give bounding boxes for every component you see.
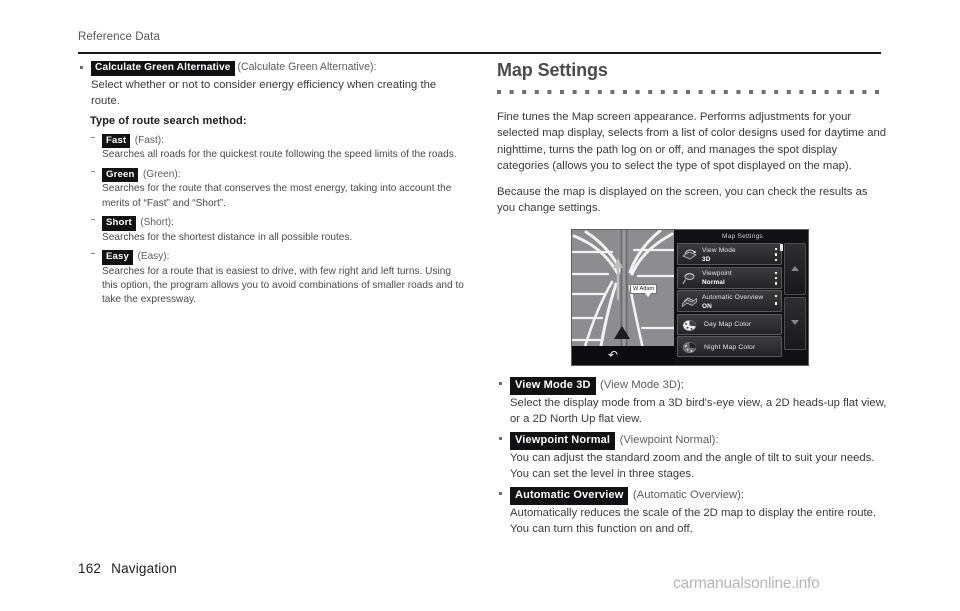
bullet-dot-icon [499, 492, 502, 495]
automatic-overview-icon [682, 297, 697, 308]
chip-short[interactable]: Short [102, 216, 136, 231]
menu-item-indicator-dots-icon [775, 295, 778, 310]
dash-icon [91, 170, 95, 172]
decorative-dotted-rule [497, 90, 879, 94]
menu-item-indicator-dots-icon [775, 271, 778, 288]
intro-paragraph-1: Fine tunes the Map screen appearance. Pe… [497, 111, 887, 173]
menu-item-label: Night Map Color [704, 343, 756, 351]
chip-view-mode-3d[interactable]: View Mode 3D [510, 376, 596, 395]
left-column: Calculate Green Alternative (Calculate G… [78, 60, 468, 307]
menu-item-view-mode[interactable]: View Mode 3D [677, 243, 782, 265]
scroll-down-button[interactable] [784, 297, 806, 350]
navigation-screenshot-figure: W Adam ↶ Map Settings View Mode 3D Viewp… [571, 229, 809, 366]
header-rule [78, 52, 881, 55]
desc-view-mode-3d: Select the display mode from a 3D bird's… [510, 396, 887, 426]
bullet-dot-icon [80, 66, 83, 69]
running-head: Reference Data [78, 31, 160, 43]
menu-item-indicator-dots-icon [775, 248, 778, 264]
chip-viewpoint-normal[interactable]: Viewpoint Normal [510, 431, 616, 450]
menu-item-night-map-color[interactable]: Night Map Color [677, 336, 782, 357]
night-map-color-icon [682, 342, 697, 353]
desc-calculate-green-alternative: Select whether or not to consider energy… [91, 79, 437, 108]
chip-green[interactable]: Green [102, 167, 139, 183]
chevron-up-icon [791, 266, 799, 271]
viewpoint-icon [682, 272, 695, 284]
dash-icon [91, 218, 95, 220]
method-fast: Fast (Fast): [90, 130, 468, 149]
bullet-viewpoint-normal: Viewpoint Normal (Viewpoint Normal): You… [497, 430, 887, 482]
folio-section-name: Navigation [111, 561, 177, 576]
menu-title: Map Settings [722, 233, 763, 240]
intro-paragraph-2: Because the map is displayed on the scre… [497, 185, 868, 215]
map-street-label: W Adam [630, 284, 658, 298]
page-title: Map Settings [497, 60, 608, 80]
map-settings-menu-pane: Map Settings View Mode 3D Viewpoint Norm… [674, 230, 808, 365]
desc-green: Searches for the route that conserves th… [102, 183, 452, 209]
desc-automatic-overview: Automatically reduces the scale of the 2… [510, 506, 877, 535]
menu-item-value: ON [702, 302, 712, 310]
chip-easy[interactable]: Easy [102, 250, 134, 265]
subheading-route-search-method: Type of route search method: [90, 114, 247, 127]
desc-viewpoint-normal: You can adjust the standard zoom and the… [510, 451, 875, 481]
scroll-up-button[interactable] [784, 243, 806, 295]
vehicle-position-marker-icon [614, 326, 630, 339]
paren-fast: (Fast): [134, 134, 164, 146]
view-mode-icon [682, 249, 697, 260]
bullet-dot-icon [499, 437, 502, 440]
desc-easy: Searches for a route that is easiest to … [102, 265, 464, 305]
menu-item-automatic-overview[interactable]: Automatic Overview ON [677, 290, 782, 312]
menu-item-day-map-color[interactable]: Day Map Color [677, 313, 782, 335]
menu-scrollbar-thumb[interactable] [780, 244, 783, 251]
method-green: Green (Green): [90, 164, 468, 183]
menu-list: View Mode 3D Viewpoint Normal Automatic … [677, 243, 782, 364]
method-easy: Easy (Easy): [90, 246, 468, 265]
chip-fast[interactable]: Fast [102, 134, 131, 149]
dash-icon [91, 136, 95, 138]
paren-viewpoint-normal: (Viewpoint Normal): [619, 434, 719, 447]
manual-page: Reference Data Calculate Green Alternati… [0, 0, 960, 611]
desc-fast: Searches all roads for the quickest rout… [102, 149, 457, 161]
bullet-automatic-overview: Automatic Overview (Automatic Overview):… [497, 485, 887, 537]
map-bottom-bar [572, 346, 674, 365]
watermark: carmanualsonline.info [673, 575, 820, 592]
chip-automatic-overview[interactable]: Automatic Overview [510, 486, 629, 505]
menu-item-label: Viewpoint [702, 270, 732, 277]
menu-item-label: Automatic Overview [702, 293, 764, 301]
menu-item-viewpoint[interactable]: Viewpoint Normal [677, 266, 782, 289]
paren-automatic-overview: (Automatic Overview): [632, 489, 745, 502]
bullet-calculate-green-alternative: Calculate Green Alternative (Calculate G… [78, 60, 468, 110]
menu-item-value: 3D [702, 255, 711, 263]
chip-calculate-green-alternative[interactable]: Calculate Green Alternative [91, 61, 235, 77]
bullet-dot-icon [499, 382, 502, 386]
paren-calculate-green-alternative: (Calculate Green Alternative): [237, 61, 377, 73]
paren-green: (Green): [142, 168, 181, 180]
menu-item-value: Normal [702, 279, 725, 286]
back-icon[interactable]: ↶ [608, 349, 618, 361]
dash-icon [91, 252, 95, 254]
paren-short: (Short): [140, 216, 174, 228]
folio-page-number: 162 [78, 561, 102, 576]
chevron-down-icon [791, 320, 799, 325]
menu-item-label: Day Map Color [704, 321, 752, 328]
map-preview-pane[interactable]: W Adam ↶ [572, 230, 674, 365]
paren-easy: (Easy): [137, 250, 170, 262]
menu-scroll-controls [784, 243, 806, 364]
paren-view-mode-3d: (View Mode 3D): [600, 379, 684, 392]
bullet-view-mode-3d: View Mode 3D (View Mode 3D): Select the … [497, 375, 887, 427]
page-footer: 162 Navigation [78, 561, 177, 576]
menu-item-label: View Mode [702, 246, 736, 254]
map-roads-graphic [572, 230, 674, 365]
desc-short: Searches for the shortest distance in al… [102, 231, 353, 243]
day-map-color-icon [682, 319, 697, 331]
method-short: Short (Short): [90, 212, 468, 231]
